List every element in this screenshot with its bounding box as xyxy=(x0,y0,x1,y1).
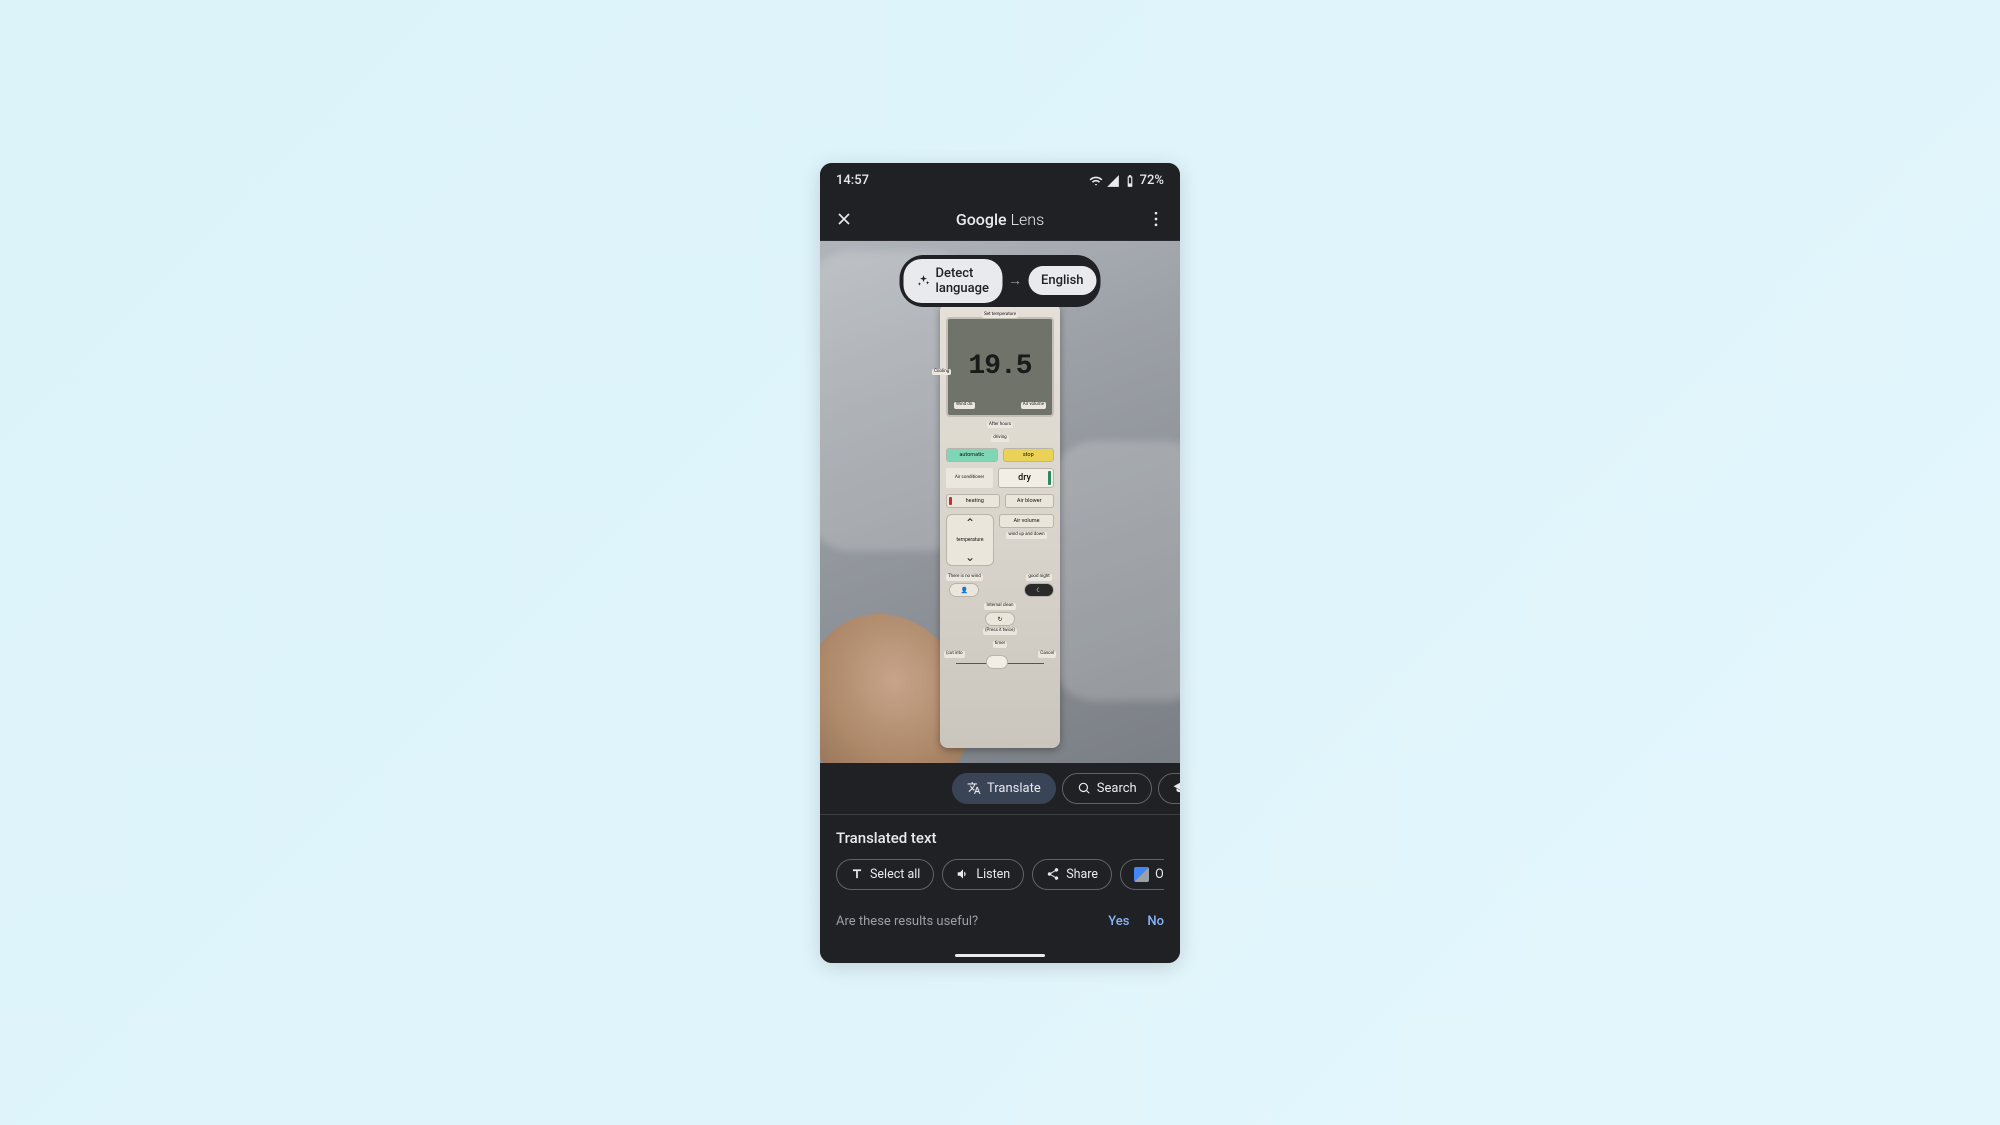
overlay-internal-clean: Internal clean xyxy=(984,603,1015,610)
feedback-buttons: Yes No xyxy=(1108,914,1164,929)
translated-text-section: Translated text Select all Listen Share … xyxy=(820,815,1180,900)
tab-homework[interactable]: Ho xyxy=(1158,773,1180,804)
overlay-air-conditioner: Air conditioner xyxy=(946,468,993,488)
overlay-good-night: good night xyxy=(1026,574,1051,581)
app-title: Google Google LensLens xyxy=(956,210,1044,229)
overlay-automatic-button: automatic xyxy=(946,448,998,462)
overlay-stop-button: stop xyxy=(1003,448,1055,462)
share-button[interactable]: Share xyxy=(1032,859,1112,890)
overflow-menu-icon[interactable] xyxy=(1144,207,1168,231)
status-battery: 72% xyxy=(1140,173,1164,188)
listen-label: Listen xyxy=(976,867,1010,882)
search-icon xyxy=(1077,781,1091,795)
overlay-cooling: Cooling xyxy=(932,369,951,376)
google-translate-icon xyxy=(1134,867,1149,882)
text-select-icon xyxy=(850,867,864,881)
sparkle-icon xyxy=(917,274,931,288)
overlay-after-hours: After hours xyxy=(987,422,1013,429)
status-time: 14:57 xyxy=(836,173,869,188)
feedback-no-button[interactable]: No xyxy=(1147,914,1164,929)
remote-lcd-screen: Set temperature 19.5 Cooling Wind dir. A… xyxy=(946,317,1054,417)
target-language-label: English xyxy=(1041,273,1084,288)
overlay-press-twice: (Press it twice) xyxy=(983,628,1017,635)
overlay-cut-into: (cut into xyxy=(944,651,965,658)
graduation-cap-icon xyxy=(1173,781,1180,795)
overlay-set-temperature: Set temperature xyxy=(982,312,1018,319)
overlay-wind-updown: wind up and down xyxy=(1006,532,1046,539)
wifi-icon xyxy=(1089,174,1103,188)
close-icon[interactable] xyxy=(832,207,856,231)
feedback-row: Are these results useful? Yes No xyxy=(820,900,1180,929)
status-right: 72% xyxy=(1089,173,1164,188)
action-chips-row: Select all Listen Share Open in T xyxy=(836,859,1164,890)
chevron-up-icon: ⌃ xyxy=(965,517,975,529)
tab-search[interactable]: Search xyxy=(1062,773,1152,804)
arrow-right-icon: → xyxy=(1008,272,1022,289)
status-bar: 14:57 72% xyxy=(820,163,1180,199)
tab-translate[interactable]: Translate xyxy=(952,773,1056,804)
overlay-air-volume-button: Air volume xyxy=(999,514,1054,528)
feedback-yes-button[interactable]: Yes xyxy=(1108,914,1129,929)
share-icon xyxy=(1046,867,1060,881)
feedback-question: Are these results useful? xyxy=(836,914,978,929)
results-panel: Translate Search Ho Translated text Sele… xyxy=(820,763,1180,963)
overlay-timer: timer xyxy=(993,641,1007,648)
home-indicator[interactable] xyxy=(955,954,1045,957)
overlay-good-night-button: ☾ xyxy=(1024,583,1054,597)
open-in-translate-button[interactable]: Open in T xyxy=(1120,859,1164,890)
remote-temperature-value: 19.5 xyxy=(968,351,1031,382)
share-label: Share xyxy=(1066,867,1098,882)
remote-control: DAIKIN Set temperature 19.5 Cooling Wind… xyxy=(940,303,1060,748)
source-language-label: Detect language xyxy=(936,266,990,296)
image-viewport[interactable]: DAIKIN Set temperature 19.5 Cooling Wind… xyxy=(820,241,1180,763)
volume-icon xyxy=(956,867,970,881)
signal-icon xyxy=(1106,174,1120,188)
select-all-button[interactable]: Select all xyxy=(836,859,934,890)
overlay-dry-button: dry xyxy=(998,468,1054,488)
source-language-chip[interactable]: Detect language xyxy=(904,259,1003,303)
translate-icon xyxy=(967,781,981,795)
overlay-heating-button: heating xyxy=(946,494,1000,508)
overlay-air-volume-small: Air volume xyxy=(1021,402,1046,409)
mode-tabs: Translate Search Ho xyxy=(820,763,1180,815)
language-selector: Detect language → English xyxy=(900,255,1101,307)
translated-text-title: Translated text xyxy=(836,829,1164,847)
overlay-internal-clean-button: ↻ xyxy=(985,612,1015,626)
overlay-cancel: Cancel xyxy=(1038,651,1056,658)
chevron-down-icon: ⌄ xyxy=(965,551,975,563)
overlay-driving: driving xyxy=(991,435,1008,442)
tab-translate-label: Translate xyxy=(987,781,1041,796)
target-language-chip[interactable]: English xyxy=(1028,266,1097,295)
overlay-no-wind: There is no wind xyxy=(946,574,983,581)
app-header: Google Google LensLens xyxy=(820,199,1180,241)
overlay-temperature-label: temperature xyxy=(956,537,983,543)
tab-search-label: Search xyxy=(1097,781,1137,796)
overlay-temperature-rocker: ⌃ temperature ⌄ xyxy=(946,514,994,566)
overlay-wind-dir: Wind dir. xyxy=(954,402,975,409)
phone-frame: 14:57 72% Google Google LensLens DAIKIN … xyxy=(820,163,1180,963)
select-all-label: Select all xyxy=(870,867,920,882)
listen-button[interactable]: Listen xyxy=(942,859,1024,890)
overlay-air-blower-button: Air blower xyxy=(1005,494,1055,508)
open-in-translate-label: Open in T xyxy=(1155,867,1164,882)
battery-icon xyxy=(1123,174,1137,188)
overlay-no-wind-button: 👤 xyxy=(949,583,979,597)
